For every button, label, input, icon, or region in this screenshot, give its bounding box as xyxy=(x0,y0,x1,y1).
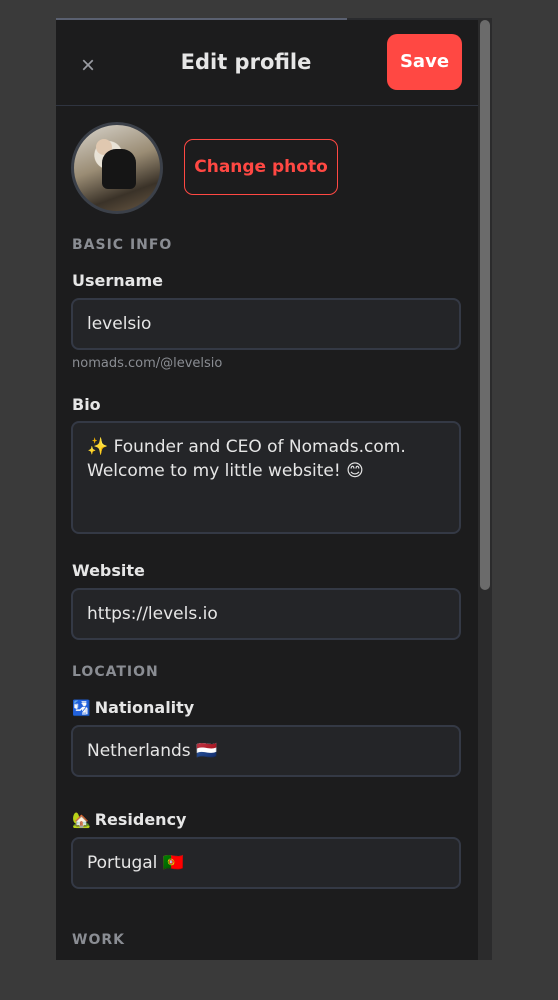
username-url-hint: nomads.com/@levelsio xyxy=(72,356,223,371)
header: × Edit profile Save xyxy=(56,20,478,106)
section-heading-location: LOCATION xyxy=(72,664,159,680)
website-input[interactable]: https://levels.io xyxy=(71,588,461,640)
avatar-figure-shape xyxy=(102,149,136,189)
username-input[interactable]: levelsio xyxy=(71,298,461,350)
section-heading-basic-info: BASIC INFO xyxy=(72,237,173,253)
change-photo-button[interactable]: Change photo xyxy=(184,139,338,195)
nationality-label: 🛂 Nationality xyxy=(72,698,194,717)
avatar[interactable] xyxy=(71,122,163,214)
residency-select[interactable]: Portugal 🇵🇹 xyxy=(71,837,461,889)
save-button[interactable]: Save xyxy=(387,34,462,90)
nationality-select[interactable]: Netherlands 🇳🇱 xyxy=(71,725,461,777)
scrollbar-track[interactable] xyxy=(478,18,492,960)
passport-control-icon: 🛂 xyxy=(72,699,91,717)
edit-profile-panel: × Edit profile Save Change photo BASIC I… xyxy=(56,18,478,960)
house-icon: 🏡 xyxy=(72,811,91,829)
scrollbar-thumb[interactable] xyxy=(480,20,490,590)
residency-label: 🏡 Residency xyxy=(72,810,186,829)
username-label: Username xyxy=(72,271,163,290)
website-label: Website xyxy=(72,561,145,580)
page-title: Edit profile xyxy=(180,50,312,74)
bio-textarea[interactable]: ✨ Founder and CEO of Nomads.com. Welcome… xyxy=(71,421,461,534)
residency-label-text: Residency xyxy=(94,810,187,829)
section-heading-work: WORK xyxy=(72,932,125,948)
nationality-label-text: Nationality xyxy=(94,698,195,717)
bio-label: Bio xyxy=(72,395,101,414)
